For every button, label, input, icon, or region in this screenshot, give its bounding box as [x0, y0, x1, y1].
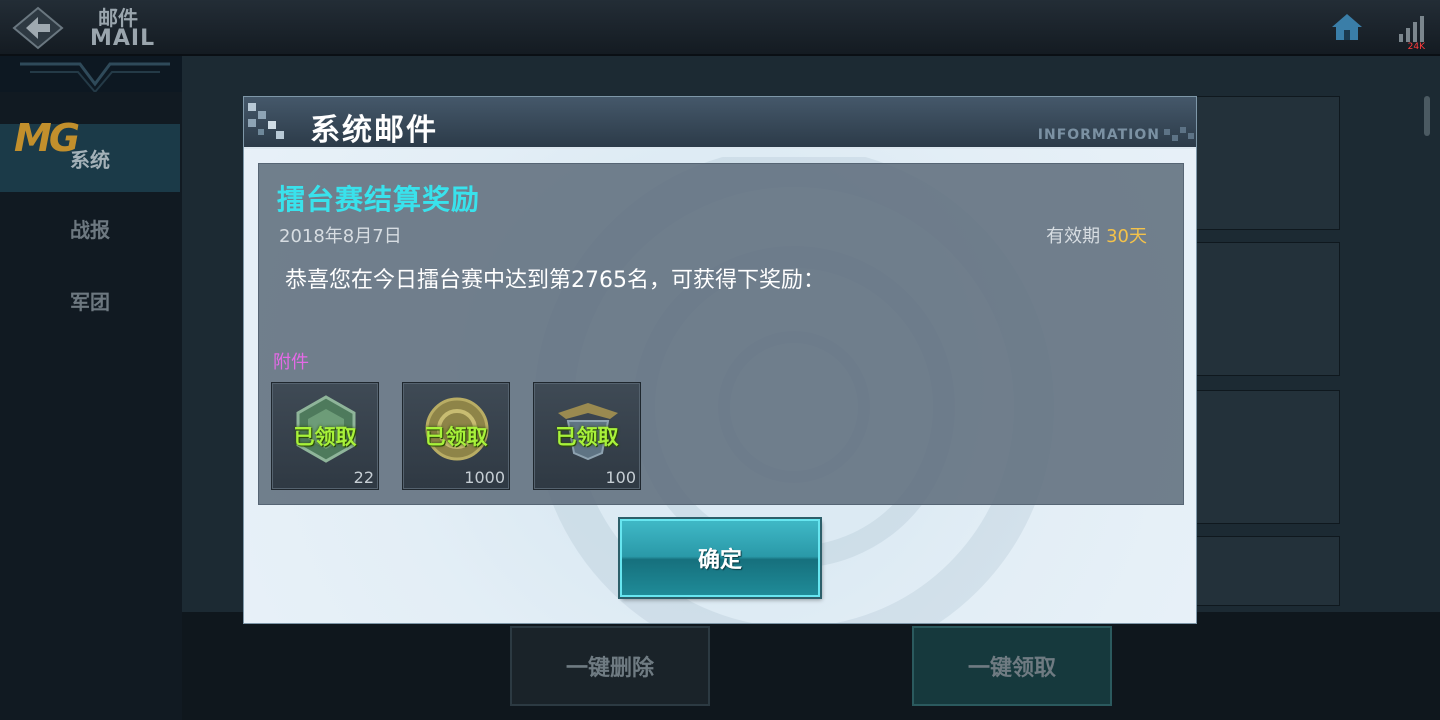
claim-all-button[interactable]: 一键领取	[912, 626, 1112, 706]
top-bar: 邮件 MAIL 24K	[0, 0, 1440, 56]
signal-icon: 24K	[1395, 12, 1429, 52]
attachment-quantity: 1000	[464, 468, 505, 487]
information-label: INFORMATION	[1037, 127, 1160, 143]
dialog-header: 系统邮件 INFORMATION	[244, 97, 1196, 149]
system-mail-dialog: 系统邮件 INFORMATION 擂台赛结算奖励 2018年8月7日 有效期 30…	[243, 96, 1197, 624]
bottom-bar	[182, 612, 1440, 720]
list-item[interactable]	[1190, 536, 1340, 606]
validity-label: 有效期	[1046, 226, 1101, 247]
mail-content-panel: 擂台赛结算奖励 2018年8月7日 有效期 30天 恭喜您在今日擂台赛中达到第27…	[258, 163, 1184, 505]
mail-subject: 擂台赛结算奖励	[277, 183, 481, 216]
back-button[interactable]	[10, 4, 66, 52]
attachment-quantity: 22	[353, 468, 374, 487]
list-item[interactable]	[1190, 390, 1340, 524]
pixel-decoration-icon	[1164, 127, 1194, 141]
scrollbar[interactable]	[1424, 96, 1430, 136]
dialog-title: 系统邮件	[310, 113, 438, 148]
mg-logo: MG	[14, 116, 80, 160]
signal-label: 24K	[1407, 42, 1425, 52]
validity-days: 30天	[1106, 226, 1147, 247]
claimed-status: 已领取	[424, 425, 488, 449]
claimed-status: 已领取	[555, 425, 619, 449]
delete-all-button[interactable]: 一键删除	[510, 626, 710, 706]
sidebar-item-label: 军团	[70, 289, 110, 314]
mail-body: 恭喜您在今日擂台赛中达到第2765名，可获得下奖励：	[285, 268, 825, 293]
page-title-en: MAIL	[90, 26, 156, 51]
attachment-item[interactable]: 已领取 100	[533, 382, 641, 490]
confirm-button[interactable]: 确定	[620, 519, 820, 597]
claimed-status: 已领取	[293, 425, 357, 449]
attachment-item[interactable]: 已领取 22	[271, 382, 379, 490]
mail-date: 2018年8月7日	[279, 226, 402, 247]
sidebar-item-battle-report[interactable]: 战报	[0, 194, 180, 262]
validity-period: 有效期 30天	[1046, 222, 1147, 248]
attachment-item[interactable]: 已领取 1000	[402, 382, 510, 490]
list-item[interactable]	[1190, 96, 1340, 230]
sidebar-item-label: 战报	[70, 217, 110, 242]
pixel-decoration-icon	[248, 103, 284, 139]
sidebar: 系统 战报 军团	[0, 92, 182, 720]
attachment-quantity: 100	[605, 468, 636, 487]
back-arrow-icon	[12, 6, 64, 50]
sidebar-item-legion[interactable]: 军团	[0, 266, 180, 334]
home-icon[interactable]	[1330, 12, 1364, 42]
attachments-label: 附件	[273, 352, 309, 373]
list-item[interactable]	[1190, 242, 1340, 376]
